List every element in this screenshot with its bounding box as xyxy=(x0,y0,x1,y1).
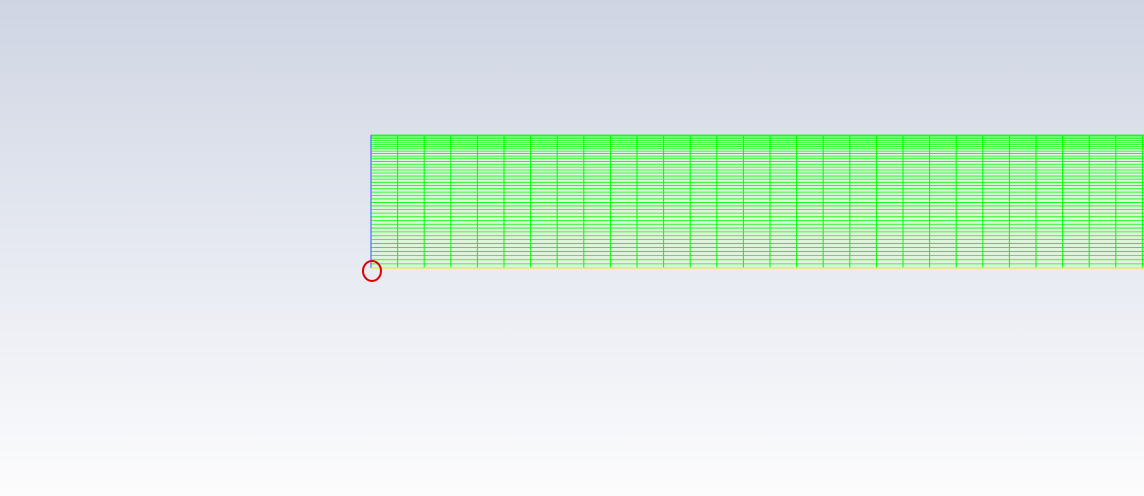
mesh-canvas[interactable] xyxy=(0,0,1144,496)
graphics-viewport[interactable] xyxy=(0,0,1144,496)
mesh-region xyxy=(371,135,1144,268)
